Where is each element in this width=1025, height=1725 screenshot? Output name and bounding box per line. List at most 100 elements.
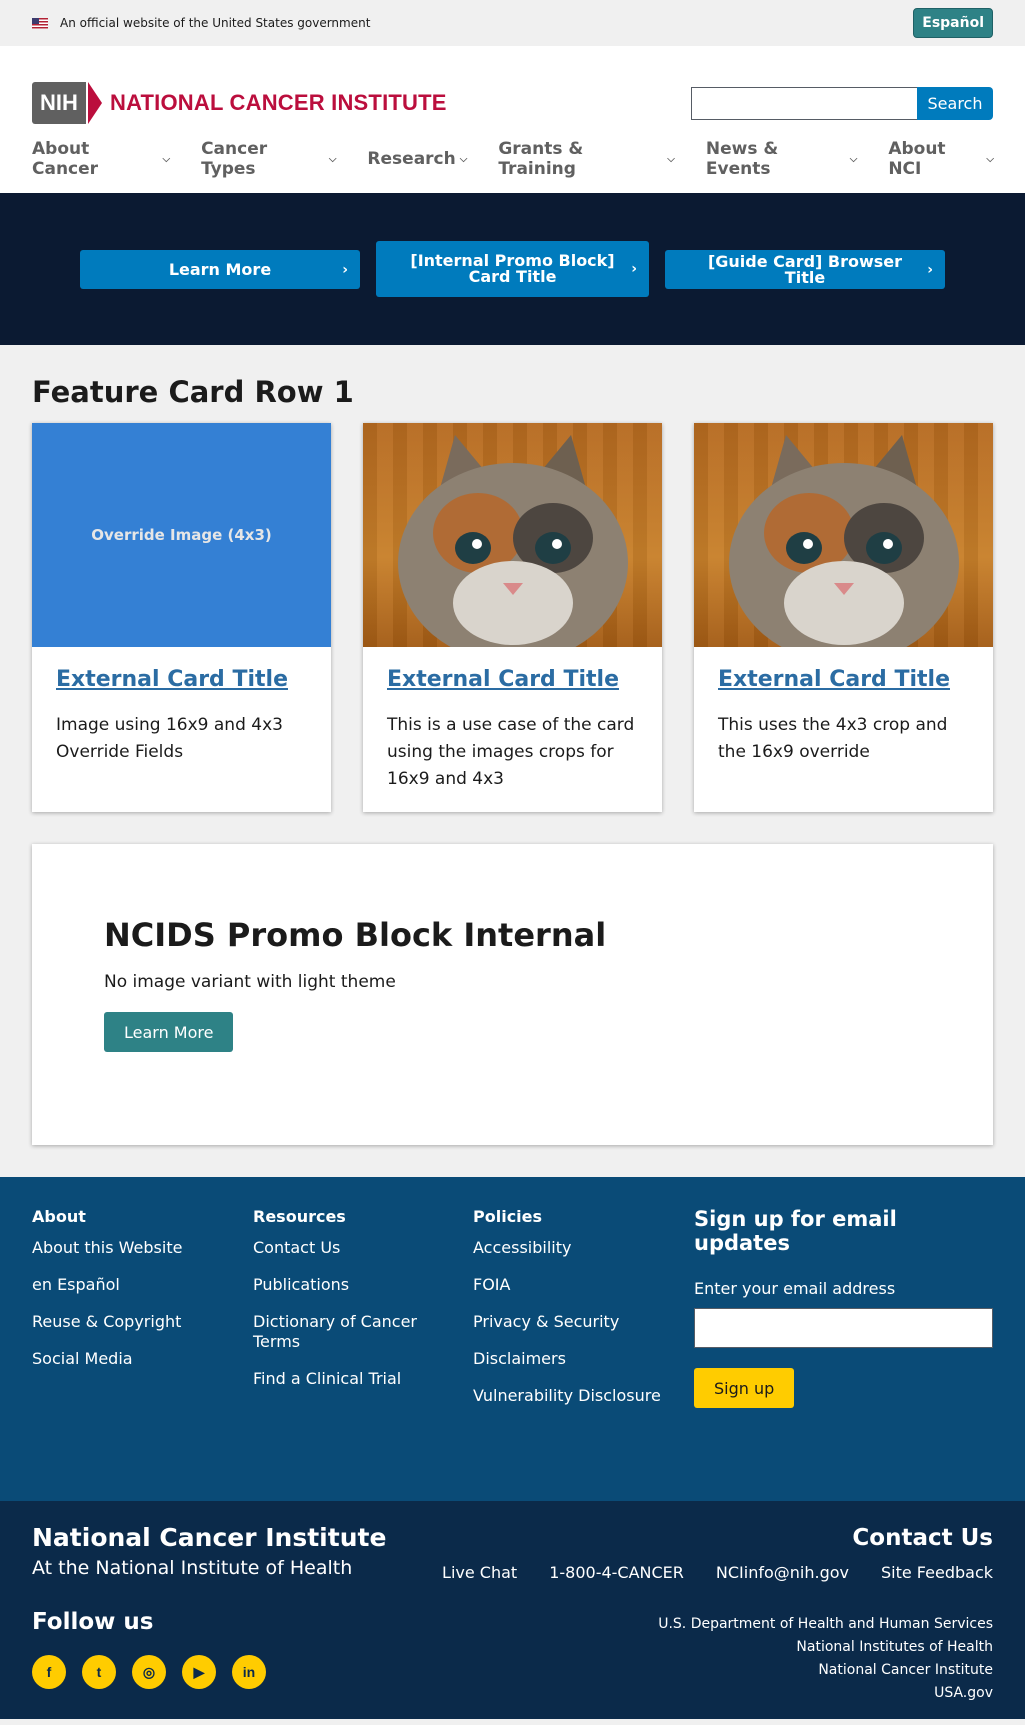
- footer-org-subtitle: At the National Institute of Health: [32, 1557, 353, 1579]
- footer-column-about: About About this Website en Español Reus…: [32, 1207, 182, 1386]
- hero-card-promo-block[interactable]: [Internal Promo Block] Card Title ›: [376, 241, 649, 297]
- chevron-down-icon: ⌵: [328, 153, 337, 165]
- card-body: External Card Title This is a use case o…: [363, 647, 662, 813]
- chevron-right-icon: ›: [631, 261, 637, 277]
- contact-us-heading: Contact Us: [852, 1525, 993, 1551]
- card-title-link[interactable]: External Card Title: [718, 667, 969, 692]
- footer-link[interactable]: en Español: [32, 1275, 182, 1295]
- instagram-icon[interactable]: ◎: [132, 1655, 166, 1689]
- nih-logo-mark: NIH: [32, 82, 102, 124]
- phone-link[interactable]: 1-800-4-CANCER: [549, 1563, 684, 1582]
- gov-banner: An official website of the United States…: [0, 0, 1025, 46]
- card-title-link[interactable]: External Card Title: [387, 667, 638, 692]
- email-field[interactable]: [694, 1308, 993, 1348]
- footer-link[interactable]: Disclaimers: [473, 1349, 661, 1369]
- espanol-button[interactable]: Español: [913, 8, 993, 38]
- linkedin-icon[interactable]: in: [232, 1655, 266, 1689]
- card-description: This is a use case of the card using the…: [387, 715, 635, 789]
- agency-link[interactable]: National Cancer Institute: [658, 1659, 993, 1682]
- chevron-down-icon: ⌵: [667, 153, 675, 165]
- nav-label: About NCI: [888, 139, 946, 179]
- search-input[interactable]: [691, 87, 917, 120]
- nav-research[interactable]: Research ⌵: [367, 139, 467, 179]
- gov-banner-text: An official website of the United States…: [60, 16, 371, 30]
- nih-arrow-icon: [88, 82, 102, 124]
- twitter-icon[interactable]: t: [82, 1655, 116, 1689]
- main-content: Feature Card Row 1 Override Image (4x3) …: [0, 345, 1025, 1145]
- follow-us-heading: Follow us: [32, 1609, 154, 1635]
- main-nav: About Cancer ⌵ Cancer Types ⌵ Research ⌵ Gr…: [32, 139, 1025, 179]
- footer-link[interactable]: Privacy & Security: [473, 1312, 661, 1332]
- site-feedback-link[interactable]: Site Feedback: [881, 1563, 993, 1582]
- footer-link[interactable]: About this Website: [32, 1238, 182, 1258]
- live-chat-link[interactable]: Live Chat: [442, 1563, 517, 1582]
- contact-links: Live Chat 1-800-4-CANCER NCIinfo@nih.gov…: [410, 1563, 993, 1582]
- search-button[interactable]: Search: [917, 87, 993, 120]
- agency-link[interactable]: National Institutes of Health: [658, 1636, 993, 1659]
- hero-card-label: [Guide Card] Browser Title: [707, 251, 903, 287]
- feature-card-row: Override Image (4x3) External Card Title…: [32, 423, 993, 812]
- chevron-down-icon: ⌵: [459, 153, 468, 165]
- footer-bottom: National Cancer Institute At the Nationa…: [0, 1501, 1025, 1719]
- nav-grants-training[interactable]: Grants & Training ⌵: [498, 139, 675, 179]
- email-signup: Sign up for email updates Enter your ema…: [694, 1207, 993, 1408]
- card-description: Image using 16x9 and 4x3 Override Fields: [56, 715, 283, 762]
- hero-band: Learn More › [Internal Promo Block] Card…: [0, 193, 1025, 345]
- feature-card[interactable]: External Card Title This uses the 4x3 cr…: [694, 423, 993, 812]
- hero-card-guide-card[interactable]: [Guide Card] Browser Title ›: [665, 250, 945, 289]
- email-link[interactable]: NCIinfo@nih.gov: [716, 1563, 849, 1582]
- facebook-icon[interactable]: f: [32, 1655, 66, 1689]
- promo-title: NCIDS Promo Block Internal: [104, 916, 607, 954]
- footer-link[interactable]: Accessibility: [473, 1238, 661, 1258]
- hero-card-learn-more[interactable]: Learn More ›: [80, 250, 360, 289]
- feature-row-title: Feature Card Row 1: [32, 375, 354, 409]
- search-form: Search: [691, 87, 993, 120]
- promo-learn-more-button[interactable]: Learn More: [104, 1012, 234, 1052]
- chevron-down-icon: ⌵: [849, 153, 858, 165]
- site-header: NIH NATIONAL CANCER INSTITUTE Search Abo…: [0, 46, 1025, 193]
- card-body: External Card Title Image using 16x9 and…: [32, 647, 331, 786]
- feature-card[interactable]: External Card Title This is a use case o…: [363, 423, 662, 812]
- footer-link[interactable]: Vulnerability Disclosure: [473, 1386, 661, 1406]
- footer-link[interactable]: Social Media: [32, 1349, 182, 1369]
- kitten-image: [363, 423, 662, 647]
- agency-link[interactable]: U.S. Department of Health and Human Serv…: [658, 1613, 993, 1636]
- promo-block: NCIDS Promo Block Internal No image vari…: [32, 844, 993, 1145]
- override-image: Override Image (4x3): [32, 423, 331, 647]
- agency-link[interactable]: USA.gov: [658, 1682, 993, 1705]
- chevron-right-icon: ›: [342, 261, 348, 278]
- email-label: Enter your email address: [694, 1279, 896, 1298]
- promo-subtitle: No image variant with light theme: [104, 972, 396, 992]
- kitten-image: [694, 423, 993, 647]
- hero-card-label: Learn More: [168, 259, 272, 279]
- us-flag-icon: [32, 17, 48, 29]
- footer-link[interactable]: Publications: [253, 1275, 453, 1295]
- footer-link[interactable]: FOIA: [473, 1275, 661, 1295]
- nav-news-events[interactable]: News & Events ⌵: [706, 139, 857, 179]
- footer-link[interactable]: Contact Us: [253, 1238, 453, 1258]
- footer-org-title[interactable]: National Cancer Institute: [32, 1523, 386, 1552]
- signup-title: Sign up for email updates: [694, 1207, 897, 1255]
- nav-about-cancer[interactable]: About Cancer ⌵: [32, 139, 170, 179]
- hero-card-label: [Internal Promo Block] Card Title: [410, 251, 615, 286]
- nav-label: News & Events: [705, 139, 779, 179]
- nci-logo[interactable]: NIH NATIONAL CANCER INSTITUTE: [32, 82, 447, 124]
- nav-about-nci[interactable]: About NCI ⌵: [888, 139, 994, 179]
- card-body: External Card Title This uses the 4x3 cr…: [694, 647, 993, 786]
- nav-label: About Cancer: [32, 139, 99, 179]
- footer-column-heading: Resources: [253, 1207, 346, 1226]
- logo-text: NATIONAL CANCER INSTITUTE: [110, 90, 447, 115]
- youtube-icon[interactable]: ▶: [182, 1655, 216, 1689]
- footer-link[interactable]: Reuse & Copyright: [32, 1312, 182, 1332]
- card-title-link[interactable]: External Card Title: [56, 667, 307, 692]
- sign-up-button[interactable]: Sign up: [694, 1368, 795, 1408]
- nav-label: Cancer Types: [201, 139, 268, 179]
- footer-link[interactable]: Dictionary of Cancer Terms: [253, 1312, 453, 1352]
- nih-mark-text: NIH: [32, 82, 86, 124]
- chevron-down-icon: ⌵: [162, 153, 171, 165]
- feature-card[interactable]: Override Image (4x3) External Card Title…: [32, 423, 331, 812]
- nav-cancer-types[interactable]: Cancer Types ⌵: [201, 139, 336, 179]
- nav-label: Grants & Training: [498, 139, 584, 179]
- nav-label: Research: [367, 149, 456, 169]
- footer-link[interactable]: Find a Clinical Trial: [253, 1369, 453, 1389]
